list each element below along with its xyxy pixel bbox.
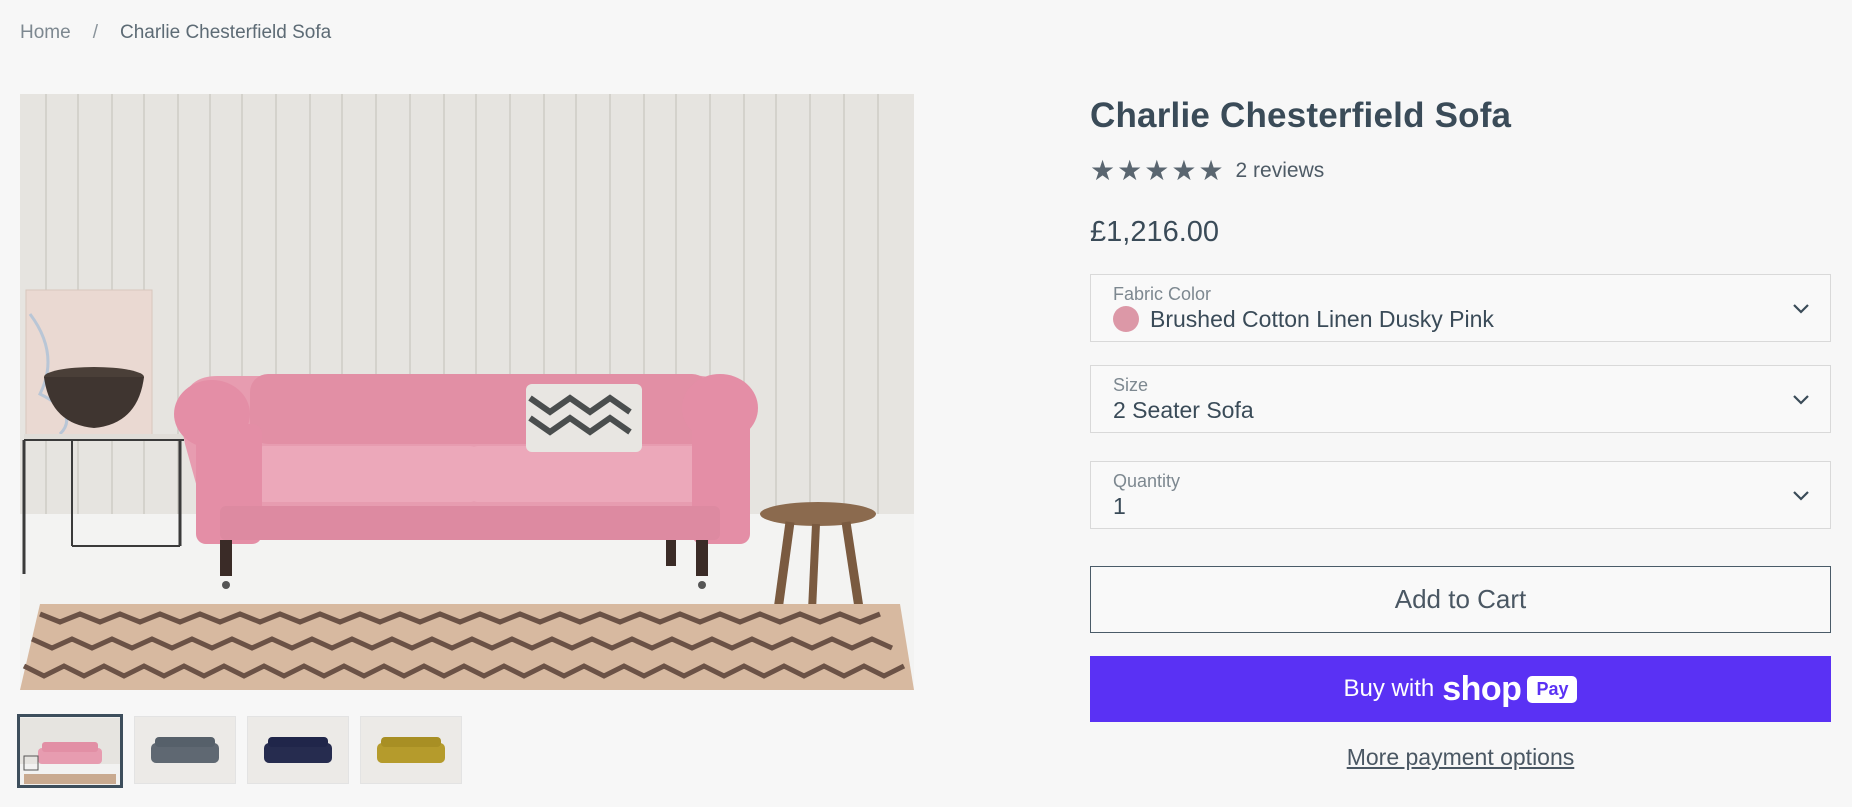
quantity-label: Quantity — [1113, 471, 1181, 491]
color-swatch — [1113, 306, 1139, 332]
thumbnail-navy-sofa[interactable] — [247, 716, 349, 784]
star-icon: ★ — [1144, 155, 1170, 186]
quantity-value: 1 — [1113, 493, 1126, 519]
sofa-navy-thumbnail — [248, 717, 348, 783]
sofa-pink-thumbnail — [20, 718, 120, 784]
product-rating[interactable]: ★ ★ ★ ★ ★ 2 reviews — [1090, 156, 1831, 186]
more-payment-options-link[interactable]: More payment options — [1090, 744, 1831, 771]
thumbnail-mustard-sofa[interactable] — [360, 716, 462, 784]
breadcrumb-home-link[interactable]: Home — [20, 22, 71, 44]
star-icon: ★ — [1198, 155, 1224, 186]
star-icon: ★ — [1117, 155, 1143, 186]
add-to-cart-button[interactable]: Add to Cart — [1090, 566, 1831, 633]
size-select[interactable]: Size 2 Seater Sofa — [1090, 365, 1831, 433]
fabric-color-value: Brushed Cotton Linen Dusky Pink — [1150, 306, 1494, 332]
thumbnail-gallery — [17, 714, 462, 788]
product-title: Charlie Chesterfield Sofa — [1090, 96, 1512, 135]
product-info: Charlie Chesterfield Sofa ★ ★ ★ ★ ★ 2 re… — [1090, 96, 1831, 771]
shop-logo: shop — [1442, 669, 1522, 708]
reviews-count[interactable]: 2 reviews — [1236, 159, 1325, 183]
thumbnail-grey-sofa[interactable] — [134, 716, 236, 784]
fabric-color-value-row: Brushed Cotton Linen Dusky Pink — [1113, 304, 1808, 334]
buy-with-label: Buy with — [1343, 675, 1435, 702]
breadcrumb-separator: / — [92, 22, 98, 43]
sofa-pink-photo — [20, 94, 914, 690]
sofa-grey-thumbnail — [135, 717, 235, 783]
product-main-image[interactable] — [20, 94, 914, 690]
buy-with-shop-pay-button[interactable]: Buy with shop Pay — [1090, 656, 1831, 722]
pay-badge: Pay — [1527, 675, 1578, 703]
chevron-down-icon — [1793, 395, 1809, 405]
product-price: £1,216.00 — [1090, 216, 1220, 248]
star-icon: ★ — [1090, 155, 1116, 186]
quantity-select[interactable]: Quantity 1 — [1090, 461, 1831, 529]
chevron-down-icon — [1793, 304, 1809, 314]
sofa-mustard-thumbnail — [361, 717, 461, 783]
star-rating: ★ ★ ★ ★ ★ — [1090, 157, 1224, 185]
thumbnail-pink-sofa[interactable] — [17, 714, 123, 788]
size-label: Size — [1113, 375, 1149, 395]
star-icon: ★ — [1171, 155, 1197, 186]
breadcrumb: Home / Charlie Chesterfield Sofa — [20, 22, 331, 44]
breadcrumb-current: Charlie Chesterfield Sofa — [119, 22, 332, 43]
chevron-down-icon — [1793, 491, 1809, 501]
size-value: 2 Seater Sofa — [1113, 397, 1254, 423]
fabric-color-label: Fabric Color — [1113, 284, 1212, 304]
fabric-color-select[interactable]: Fabric Color Brushed Cotton Linen Dusky … — [1090, 274, 1831, 342]
